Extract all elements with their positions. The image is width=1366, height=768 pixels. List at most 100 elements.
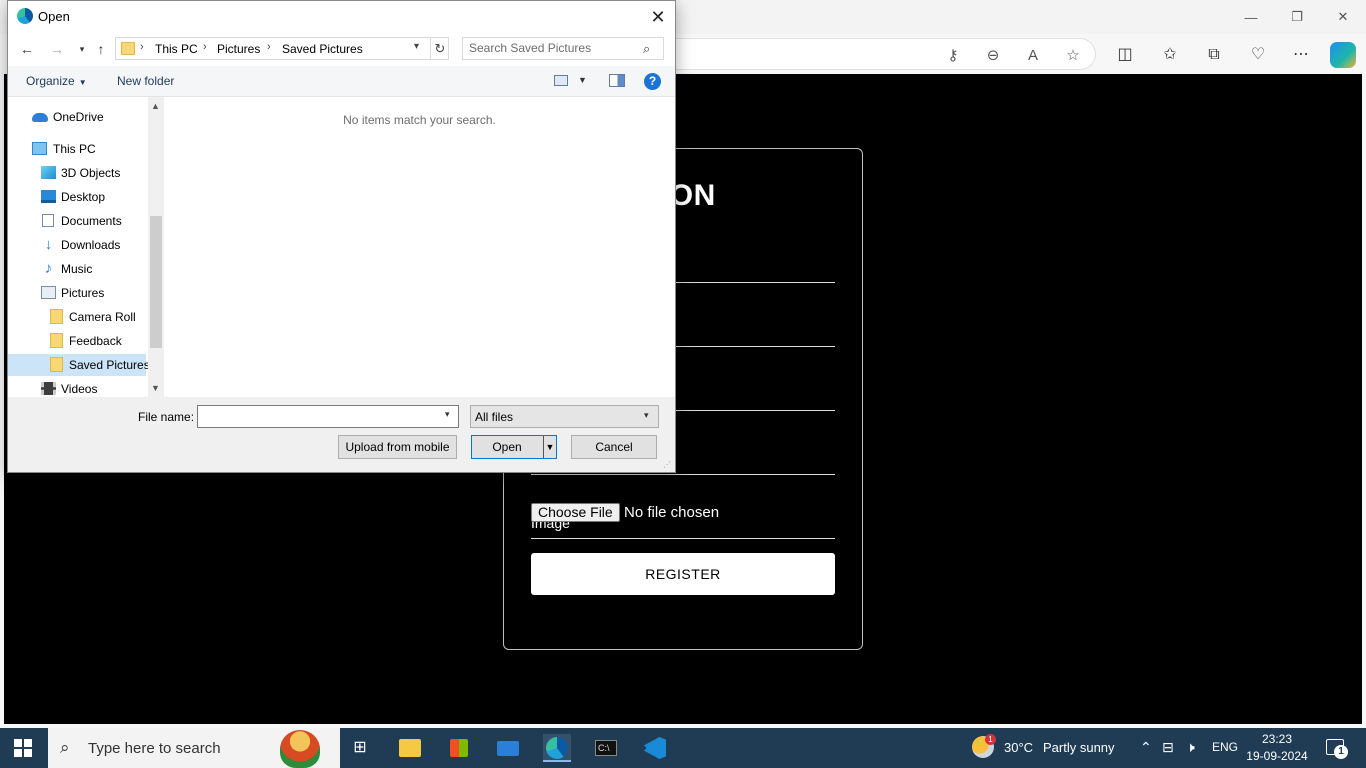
language-indicator[interactable]: ENG: [1212, 740, 1238, 754]
tree-item-feedback[interactable]: Feedback: [8, 330, 146, 352]
help-icon[interactable]: ?: [644, 73, 661, 90]
register-button[interactable]: REGISTER: [531, 553, 835, 595]
chevron-right-icon[interactable]: ›: [267, 41, 271, 53]
preview-pane-icon[interactable]: [609, 74, 625, 87]
organize-button[interactable]: Organize ▼: [26, 74, 87, 88]
show-hidden-icons-chevron-icon[interactable]: ⌃: [1140, 739, 1152, 756]
breadcrumb-pictures[interactable]: Pictures: [217, 42, 260, 56]
windows-start-icon[interactable]: [14, 739, 32, 757]
tree-item-desktop[interactable]: Desktop: [8, 186, 146, 208]
open-button[interactable]: Open ▼: [471, 435, 557, 459]
search-highlight-icon[interactable]: [280, 730, 320, 768]
file-name-dropdown-chevron-icon[interactable]: ▾: [445, 409, 450, 420]
file-list-pane[interactable]: No items match your search.: [164, 97, 675, 397]
volume-muted-icon[interactable]: 🕨: [1186, 739, 1195, 756]
command-prompt-icon[interactable]: C:\: [592, 734, 620, 762]
notification-count-badge: 1: [1334, 745, 1348, 759]
chevron-right-icon[interactable]: ›: [140, 41, 144, 53]
more-icon[interactable]: ⋯: [1290, 44, 1312, 66]
file-type-select[interactable]: All files ▾: [470, 405, 659, 428]
weather-temperature[interactable]: 30°C: [1004, 740, 1033, 755]
tree-item-label: Feedback: [69, 334, 122, 348]
new-folder-button[interactable]: New folder: [117, 74, 174, 88]
refresh-icon[interactable]: ↻: [430, 38, 449, 59]
tree-item-onedrive[interactable]: OneDrive: [8, 106, 146, 128]
collections-icon[interactable]: ⧉: [1203, 44, 1225, 66]
open-button-label: Open: [492, 440, 522, 454]
vscode-icon[interactable]: [641, 734, 669, 762]
choose-file-button[interactable]: Choose File: [531, 503, 620, 522]
open-file-dialog: Open ✕ ← → ▾ ↑ › This PC › Pictures › Sa…: [7, 0, 676, 473]
dialog-titlebar: Open ✕: [8, 1, 675, 32]
taskbar-search-box[interactable]: ⌕ Type here to search: [48, 728, 340, 768]
tree-item-videos[interactable]: Videos: [8, 378, 146, 397]
microsoft-store-icon[interactable]: [445, 734, 473, 762]
search-box[interactable]: ⌕: [462, 37, 664, 60]
scroll-down-arrow-icon[interactable]: ▼: [151, 383, 160, 393]
favorite-star-icon[interactable]: ☆: [1064, 47, 1082, 65]
up-arrow-icon[interactable]: ↑: [92, 40, 110, 58]
close-window-button[interactable]: ✕: [1320, 0, 1366, 34]
performance-icon[interactable]: ♡: [1247, 44, 1269, 66]
dialog-close-icon[interactable]: ✕: [644, 4, 672, 30]
address-path-box[interactable]: › This PC › Pictures › Saved Pictures ▾ …: [115, 37, 449, 60]
zoom-out-icon[interactable]: ⊖: [984, 47, 1002, 65]
favorites-icon[interactable]: ✩: [1159, 44, 1181, 66]
read-aloud-icon[interactable]: A: [1024, 47, 1042, 65]
change-view-icon[interactable]: [554, 75, 568, 86]
chevron-down-icon[interactable]: ▾: [414, 41, 419, 52]
music-icon: ♪: [44, 260, 53, 277]
clock[interactable]: 23:23 19-09-2024: [1236, 731, 1318, 765]
upload-from-mobile-button[interactable]: Upload from mobile: [338, 435, 457, 459]
cancel-button[interactable]: Cancel: [571, 435, 657, 459]
tree-item-this-pc[interactable]: This PC: [8, 138, 146, 160]
tree-item-label: Saved Pictures: [69, 358, 150, 372]
chevron-down-icon[interactable]: ▼: [578, 75, 587, 85]
open-split-chevron-icon[interactable]: ▼: [543, 436, 556, 458]
copilot-icon[interactable]: [1330, 42, 1356, 68]
search-icon[interactable]: ⌕: [643, 41, 650, 57]
forward-arrow-icon[interactable]: →: [48, 40, 66, 58]
tree-item-camera-roll[interactable]: Camera Roll: [8, 306, 146, 328]
key-icon[interactable]: ⚷: [944, 47, 962, 65]
search-icon: ⌕: [60, 738, 70, 757]
folder-icon: [50, 309, 63, 324]
edge-taskbar-icon[interactable]: [543, 734, 571, 762]
back-arrow-icon[interactable]: ←: [18, 40, 36, 58]
tree-scrollbar[interactable]: ▲ ▼: [148, 97, 164, 397]
scrollbar-thumb[interactable]: [150, 216, 162, 348]
scroll-up-arrow-icon[interactable]: ▲: [151, 101, 160, 111]
dialog-footer: File name: ▾ All files ▾ Upload from mob…: [8, 397, 675, 472]
search-input[interactable]: [469, 41, 639, 55]
breadcrumb-saved-pictures[interactable]: Saved Pictures: [282, 42, 363, 56]
tree-item-documents[interactable]: Documents: [8, 210, 146, 232]
minimize-button[interactable]: —: [1228, 0, 1274, 34]
taskbar: ⌕ Type here to search ⊞ C:\ 1 30°C Partl…: [0, 728, 1366, 768]
maximize-button[interactable]: ❐: [1274, 0, 1320, 34]
network-icon[interactable]: ⊟: [1162, 739, 1174, 756]
file-type-value: All files: [475, 410, 514, 424]
3d-objects-icon: [41, 166, 56, 179]
folder-icon: [50, 333, 63, 348]
tree-item-music[interactable]: ♪ Music: [8, 258, 146, 280]
split-screen-icon[interactable]: ◫: [1114, 44, 1136, 66]
tree-item-downloads[interactable]: ↓ Downloads: [8, 234, 146, 256]
empty-message: No items match your search.: [343, 113, 496, 127]
tree-item-saved-pictures[interactable]: Saved Pictures: [8, 354, 150, 376]
resize-grip-icon[interactable]: ⋰: [663, 460, 671, 469]
clock-time: 23:23: [1261, 732, 1293, 746]
tree-item-label: 3D Objects: [61, 166, 121, 180]
chevron-right-icon[interactable]: ›: [203, 41, 207, 53]
task-view-icon[interactable]: ⊞: [346, 734, 374, 762]
tree-item-pictures[interactable]: Pictures: [8, 282, 146, 304]
field-underline[interactable]: [531, 474, 835, 475]
file-name-input[interactable]: [197, 405, 459, 428]
recent-locations-chevron-icon[interactable]: ▾: [73, 40, 91, 58]
mail-icon[interactable]: [494, 734, 522, 762]
tree-item-label: This PC: [53, 142, 96, 156]
weather-condition[interactable]: Partly sunny: [1043, 740, 1115, 755]
breadcrumb-this-pc[interactable]: This PC: [155, 42, 198, 56]
file-explorer-icon[interactable]: [396, 734, 424, 762]
command-bar: Organize ▼ New folder ▼ ?: [8, 66, 675, 97]
tree-item-3d-objects[interactable]: 3D Objects: [8, 162, 146, 184]
